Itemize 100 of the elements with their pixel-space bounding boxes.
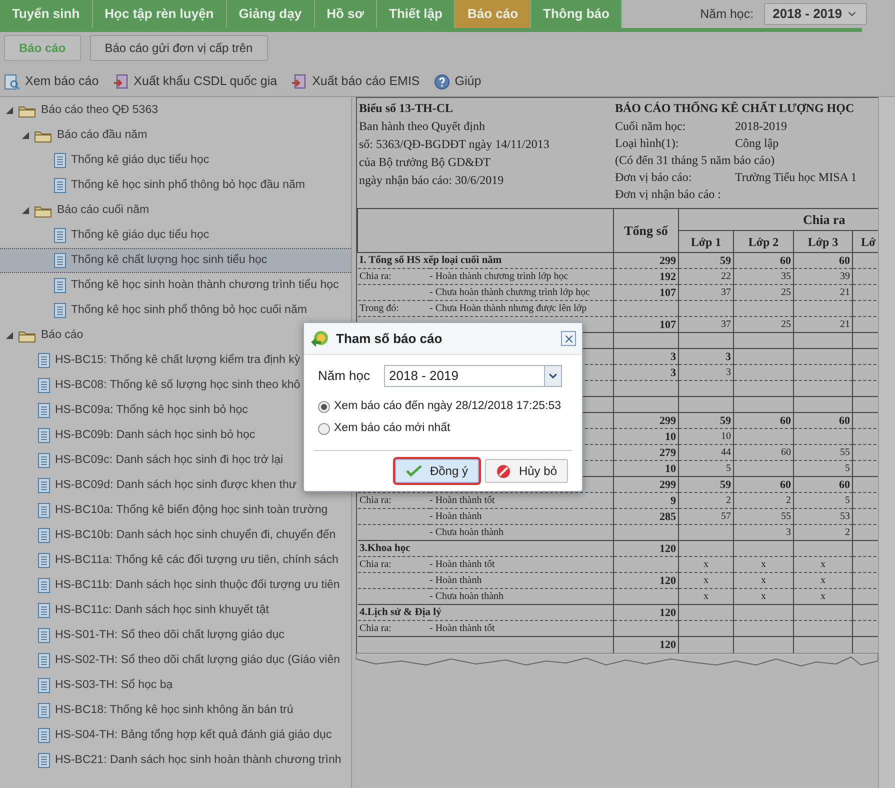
table-cell: 120 <box>660 542 676 554</box>
help-icon <box>434 74 450 90</box>
table-cell: 10 <box>665 430 676 442</box>
table-cell: 120 <box>660 574 676 586</box>
document-icon <box>38 678 50 693</box>
table-row-prefix: Chia ra: <box>360 270 392 282</box>
table-cell: 3 <box>726 366 731 378</box>
document-icon <box>38 628 50 643</box>
document-icon <box>38 453 50 468</box>
export-icon <box>112 74 129 90</box>
toolbar-button[interactable]: Giúp <box>434 72 482 91</box>
report-header-line: số: 5363/QĐ-BGDĐT ngày 14/11/2013 <box>359 136 550 153</box>
document-icon <box>38 553 50 568</box>
table-cell: 59 <box>720 414 731 426</box>
table-cell: 3 <box>726 350 731 362</box>
report-info-label: (Có đến 31 tháng 5 năm báo cáo) <box>615 152 775 168</box>
tree-item[interactable]: HS-BC21: Danh sách học sinh hoàn thành chương trình <box>0 748 351 773</box>
toolbar-button[interactable]: Xuất báo cáo EMIS <box>291 72 420 91</box>
tree-item[interactable]: Thống kê giáo dục tiểu học <box>0 148 351 173</box>
table-row-label: - Chưa hoàn thành chương trình lớp học <box>430 286 590 298</box>
table-header: Chia ra <box>678 208 878 230</box>
no-entry-icon <box>496 464 511 478</box>
tree-item[interactable]: Thống kê chất lượng học sinh tiểu học <box>0 248 351 273</box>
document-icon <box>54 278 66 293</box>
field-label: Năm học <box>318 367 370 386</box>
table-cell: 60 <box>839 254 850 266</box>
table-cell: 3 <box>670 366 676 378</box>
table-row-label: - Hoàn thành tốt <box>430 558 495 570</box>
tree-item[interactable]: HS-BC10b: Danh sách học sinh chuyển đi, chuyển đến <box>0 523 351 548</box>
expanded-arrow-icon[interactable] <box>22 132 29 139</box>
expanded-arrow-icon[interactable] <box>6 107 13 114</box>
expanded-arrow-icon[interactable] <box>6 332 13 339</box>
table-cell: x <box>704 558 708 570</box>
document-icon <box>54 253 66 268</box>
tree-item[interactable]: HS-S04-TH: Bảng tổng hợp kết quả đánh giá giáo dục <box>0 723 351 748</box>
table-row-label: - Hoàn thành <box>430 574 482 586</box>
table-cell: x <box>704 590 708 602</box>
toolbar-button[interactable]: Xuất khẩu CSDL quốc gia <box>112 72 278 91</box>
table-cell: 60 <box>781 446 791 458</box>
tree-item[interactable]: Thống kê học sinh phổ thông bỏ học cuối năm <box>0 298 351 323</box>
table-cell: 21 <box>840 318 850 330</box>
tree-item[interactable]: HS-BC11a: Thống kê các đối tượng ưu tiên, chính sách <box>0 548 351 573</box>
table-cell: x <box>820 590 826 602</box>
tree-item[interactable]: HS-BC10a: Thống kê biến động học sinh toàn trường <box>0 498 351 523</box>
sub-tab[interactable]: Báo cáo gửi đơn vị cấp trên <box>90 35 268 61</box>
tree-folder[interactable]: Báo cáo đầu năm <box>0 123 351 148</box>
table-cell: 53 <box>840 510 850 522</box>
report-view-icon <box>4 74 20 90</box>
document-icon <box>54 228 66 243</box>
tree-folder[interactable]: Báo cáo cuối năm <box>0 198 351 223</box>
year-select[interactable]: 2018 - 2019 <box>764 3 867 25</box>
document-icon <box>38 378 50 393</box>
radio-option[interactable]: Xem báo cáo đến ngày 28/12/2018 17:25:53 <box>318 399 568 414</box>
tree-item[interactable]: Thống kê giáo dục tiểu học <box>0 223 351 248</box>
toolbar-button[interactable]: Xem báo cáo <box>4 72 99 91</box>
checkmark-icon <box>406 465 422 477</box>
radio-option[interactable]: Xem báo cáo mới nhất <box>318 421 568 436</box>
table-cell: 55 <box>840 446 850 458</box>
scrollbar[interactable] <box>878 97 895 788</box>
tree-item[interactable]: HS-S02-TH: Sổ theo dõi chất lượng giáo dục (Giáo viên <box>0 648 351 673</box>
tree-item[interactable]: Thống kê học sinh phổ thông bỏ học đầu năm <box>0 173 351 198</box>
radio-button[interactable] <box>318 400 330 412</box>
expanded-arrow-icon[interactable] <box>22 207 29 214</box>
cancel-button[interactable]: Hủy bỏ <box>484 459 568 483</box>
table-cell: x <box>820 558 826 570</box>
ok-button[interactable]: Đồng ý <box>394 459 479 483</box>
year-dropdown[interactable]: 2018 - 2019 <box>384 365 562 387</box>
document-icon <box>38 403 50 418</box>
table-row-label: - Chưa Hoàn thành nhưng được lên lớp <box>430 302 587 314</box>
tree-item[interactable]: HS-S03-TH: Sổ học bạ <box>0 673 351 698</box>
document-icon <box>38 503 50 518</box>
table-cell: 60 <box>839 414 850 426</box>
tree-item[interactable]: Thống kê học sinh hoàn thành chương trình tiểu học <box>0 273 351 298</box>
tree-item[interactable]: HS-BC11c: Danh sách học sinh khuyết tật <box>0 598 351 623</box>
document-icon <box>38 478 50 493</box>
close-button[interactable] <box>561 331 576 346</box>
table-cell: 107 <box>660 318 676 330</box>
tree-folder[interactable]: Báo cáo theo QĐ 5363 <box>0 98 351 123</box>
table-header: Lớp 2 <box>734 230 794 252</box>
table-cell: 57 <box>721 510 731 522</box>
table-row-label: 4.Lịch sử & Địa lý <box>360 606 442 618</box>
table-cell: 59 <box>720 254 731 266</box>
table-cell: 39 <box>840 270 850 282</box>
folder-icon <box>18 104 36 118</box>
tree-item[interactable]: HS-BC09c: Danh sách học sinh đi học trở lại <box>0 448 351 473</box>
table-row-label: - Hoàn thành chương trình lớp học <box>430 270 568 282</box>
tree-item[interactable]: HS-BC09d: Danh sách học sinh được khen thư <box>0 473 351 498</box>
export-icon <box>291 74 308 90</box>
tree-item[interactable]: HS-BC18: Thống kê học sinh không ăn bán trú <box>0 698 351 723</box>
table-cell: 25 <box>781 318 791 330</box>
table-cell: 2 <box>786 494 791 506</box>
table-cell: 22 <box>721 270 731 282</box>
tree-item[interactable]: HS-BC11b: Danh sách học sinh thuộc đối tượng ưu tiên <box>0 573 351 598</box>
tree-item[interactable]: HS-S01-TH: Sổ theo dõi chất lượng giáo dục <box>0 623 351 648</box>
report-info-label: Đơn vị báo cáo: <box>615 168 693 186</box>
folder-icon <box>18 328 36 342</box>
radio-button[interactable] <box>318 422 330 434</box>
table-row-label: - Hoàn thành tốt <box>430 622 495 634</box>
table-cell: 59 <box>720 478 731 490</box>
report-info-value: 2018-2019 <box>735 118 787 134</box>
